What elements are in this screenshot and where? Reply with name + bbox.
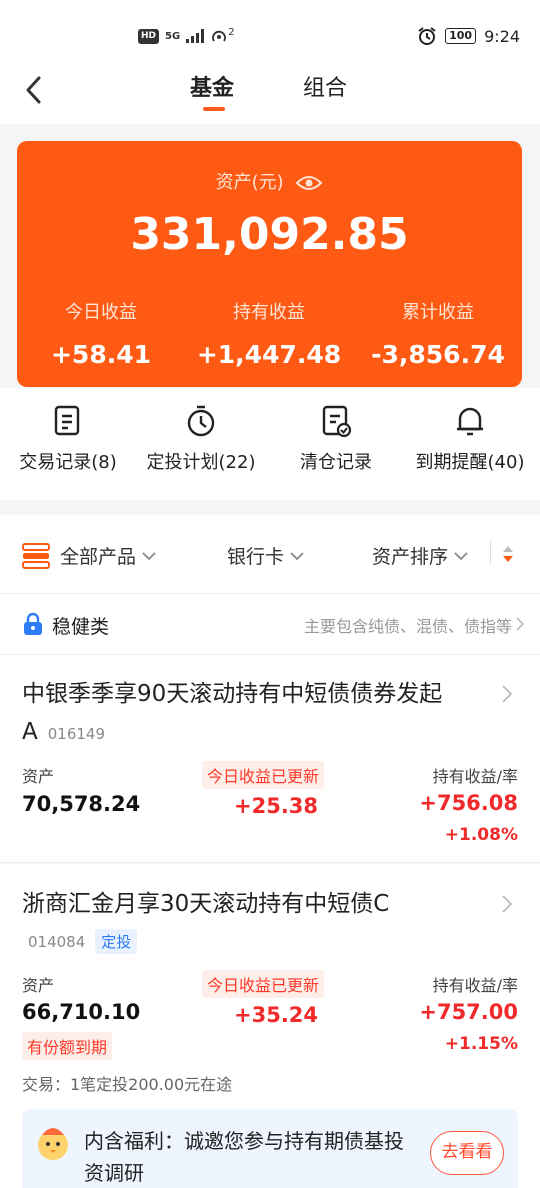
- hotspot-count: 2: [228, 26, 235, 38]
- category-title: 稳健类: [52, 616, 110, 638]
- holding-gain-rate: +1.08%: [444, 825, 518, 845]
- stat-value: -3,856.74: [371, 340, 505, 369]
- auto-invest-tag: 定投: [95, 929, 138, 954]
- fund-code: 014084: [28, 933, 86, 951]
- chevron-right-icon: [516, 617, 524, 631]
- fund-share-class: A: [22, 719, 38, 745]
- fund-name: 浙商汇金月享30天滚动持有中短债C: [22, 891, 390, 917]
- welfare-banner[interactable]: 内含福利：诚邀您参与持有期债基投资调研 去看看: [22, 1109, 518, 1188]
- shortcut-label: 交易记录(8): [19, 452, 117, 473]
- status-left: HD 5G 2: [138, 26, 235, 44]
- stat-value: +58.41: [50, 340, 152, 369]
- holding-gain-rate: +1.15%: [444, 1034, 518, 1054]
- fund-card[interactable]: 中银季季享90天滚动持有中短债债券发起 A 016149 资产 70,578.24…: [0, 655, 540, 863]
- tab-fund[interactable]: 基金: [190, 70, 234, 102]
- asset-value: 70,578.24: [22, 792, 141, 816]
- mascot-icon: [38, 1128, 68, 1160]
- asset-value: 66,710.10: [22, 1000, 141, 1024]
- chevron-down-icon: [142, 551, 156, 560]
- asset-label: 资产: [22, 976, 55, 995]
- shortcut-trade-records[interactable]: 交易记录(8): [12, 404, 124, 474]
- stat-label: 今日收益: [65, 302, 137, 323]
- welfare-text: 内含福利：诚邀您参与持有期债基投资调研: [84, 1129, 404, 1185]
- bell-icon: [457, 407, 483, 436]
- holding-gain-value: +756.08: [419, 791, 518, 815]
- filter-sort[interactable]: 资产排序: [372, 542, 468, 569]
- stat-label: 持有收益: [233, 302, 305, 323]
- shortcut-label: 清仓记录: [300, 452, 372, 473]
- asset-label: 资产: [22, 767, 55, 786]
- top-nav: 基金 组合: [0, 60, 540, 124]
- today-gain-value: +35.24: [234, 1003, 319, 1027]
- fund-name: 中银季季享90天滚动持有中短债债券发起: [22, 681, 443, 707]
- chevron-down-icon: [454, 551, 468, 560]
- product-list-icon: [22, 542, 50, 569]
- chevron-right-icon: [502, 895, 512, 913]
- holding-gain-label: 持有收益/率: [432, 976, 518, 995]
- filter-bar: 全部产品 银行卡 资产排序: [0, 515, 540, 593]
- updated-badge: 今日收益已更新: [202, 761, 325, 789]
- back-arrow-icon[interactable]: [22, 74, 46, 106]
- signal-icon: [186, 29, 205, 43]
- fund-code: 016149: [47, 725, 105, 743]
- today-gain-value: +25.38: [234, 794, 319, 818]
- filter-bank-card-label: 银行卡: [227, 546, 285, 568]
- hd-icon: HD: [138, 28, 160, 44]
- sort-order-icon[interactable]: [502, 545, 514, 563]
- document-icon: [54, 405, 80, 436]
- stat-value: +1,447.48: [196, 340, 342, 369]
- holding-gain-value: +757.00: [419, 1000, 518, 1024]
- alarm-icon: [418, 27, 436, 45]
- shortcut-row: 交易记录(8) 定投计划(22) 清仓记录 到期提醒(40): [0, 388, 540, 500]
- lock-icon: [24, 612, 42, 635]
- checked-document-icon: [322, 405, 352, 438]
- chevron-down-icon: [290, 551, 304, 560]
- shortcut-expiry-reminder[interactable]: 到期提醒(40): [406, 404, 534, 474]
- filter-bank-card[interactable]: 银行卡: [227, 542, 304, 569]
- category-description: 主要包含纯债、混债、债指等: [303, 617, 512, 636]
- clock-time: 9:24: [484, 26, 520, 46]
- timer-icon: [187, 405, 215, 437]
- battery-icon: 100: [445, 28, 477, 44]
- filter-sort-label: 资产排序: [372, 546, 449, 568]
- network-label: 5G: [165, 30, 181, 42]
- total-asset-value: 331,092.85: [130, 209, 409, 260]
- stat-holding-gain: 持有收益 +1,447.48: [185, 298, 353, 369]
- status-right: 100 9:24: [417, 26, 520, 46]
- stat-label: 累计收益: [402, 302, 474, 323]
- fund-name-line2: A 016149: [22, 714, 105, 752]
- chevron-right-icon: [502, 685, 512, 703]
- stat-today-gain: 今日收益 +58.41: [17, 298, 185, 369]
- filter-product[interactable]: 全部产品: [22, 542, 156, 569]
- filter-product-label: 全部产品: [60, 546, 137, 568]
- asset-summary-card: 资产(元) 331,092.85 今日收益 +58.41 持有收益 +1,447…: [17, 141, 522, 387]
- asset-label-row: 资产(元): [17, 168, 522, 194]
- updated-badge: 今日收益已更新: [202, 970, 325, 998]
- fund-holdings-page: HD 5G 2 100 9:24 基金 组合 资产(元) 331,092.85 …: [0, 0, 540, 1188]
- trade-note: 交易：1笔定投200.00元在途: [22, 1075, 233, 1094]
- asset-label: 资产(元): [215, 172, 284, 193]
- hotspot-icon: [212, 30, 227, 42]
- divider: [490, 541, 491, 565]
- tab-portfolio[interactable]: 组合: [303, 70, 347, 102]
- active-tab-indicator: [203, 107, 225, 111]
- view-button[interactable]: 去看看: [430, 1131, 504, 1175]
- shortcut-label: 定投计划(22): [146, 452, 256, 473]
- category-header[interactable]: 稳健类 主要包含纯债、混债、债指等: [0, 593, 540, 655]
- shortcut-closed-positions[interactable]: 清仓记录: [288, 404, 384, 474]
- holding-gain-label: 持有收益/率: [432, 767, 518, 786]
- shortcut-label: 到期提醒(40): [415, 452, 525, 473]
- expiry-tag: 有份额到期: [22, 1032, 113, 1060]
- eye-icon[interactable]: [295, 174, 323, 192]
- shortcut-auto-invest-plan[interactable]: 定投计划(22): [138, 404, 264, 474]
- fund-meta: 014084 定投: [18, 929, 138, 954]
- stat-cumulative-gain: 累计收益 -3,856.74: [354, 298, 522, 369]
